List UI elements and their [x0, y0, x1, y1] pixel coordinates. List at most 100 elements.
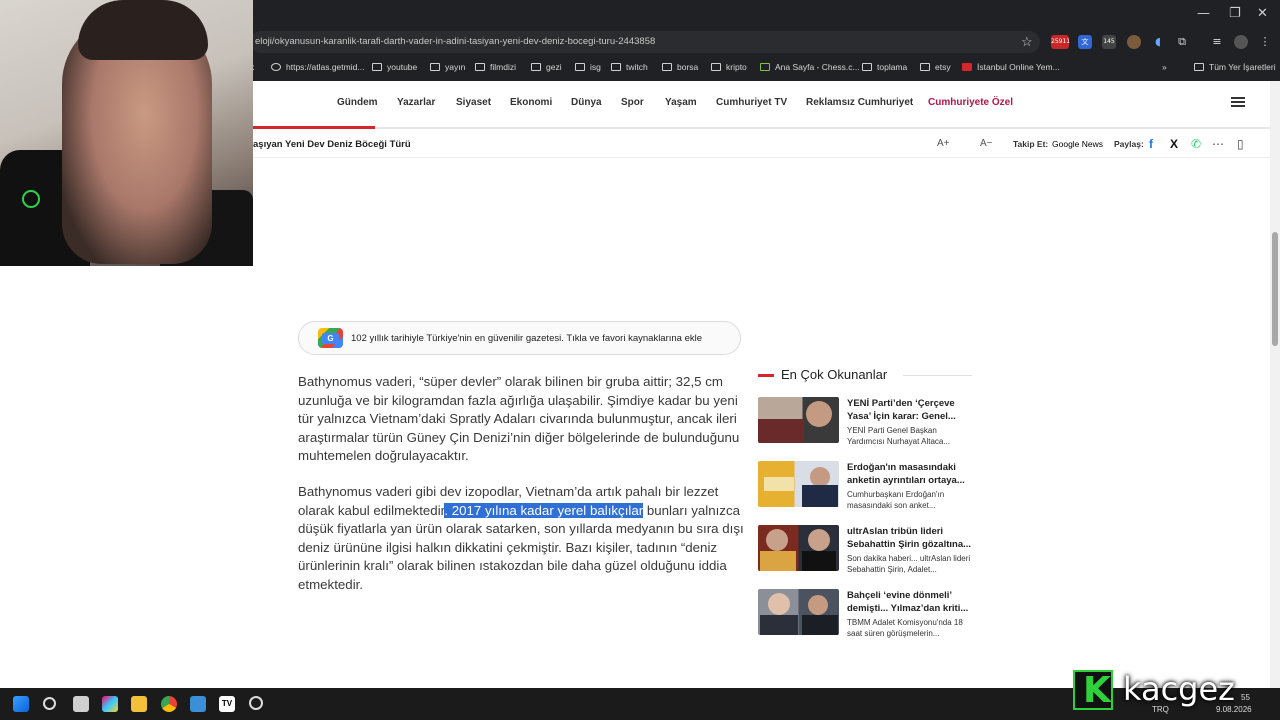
minimize-icon[interactable]: —: [1197, 6, 1210, 21]
bookmark-item[interactable]: Ana Sayfa - Chess.c...: [760, 58, 860, 76]
news-desc: Son dakika haberi... ultrAslan lideri Se…: [847, 554, 971, 574]
close-icon[interactable]: ✕: [1257, 6, 1268, 21]
selected-text: . 2017 yılına kadar yerel balıkçılar: [444, 502, 644, 518]
nav-item-yazarlar[interactable]: Yazarlar: [397, 97, 435, 108]
share-label: Paylaş:: [1114, 139, 1144, 149]
most-read-item[interactable]: Bahçeli ‘evine dönmeli’ demişti... Yılma…: [758, 589, 973, 638]
nav-item-spor[interactable]: Spor: [621, 97, 644, 108]
audio-extension-icon[interactable]: ◖: [1151, 35, 1165, 49]
nav-item-yasam[interactable]: Yaşam: [665, 97, 697, 108]
folder-icon: [475, 63, 485, 71]
folder-icon: [711, 63, 721, 71]
translate-extension-icon[interactable]: 文: [1078, 35, 1092, 49]
nav-item-cumhuriyete-ozel[interactable]: Cumhuriyete Özel: [928, 97, 1013, 108]
google-news-link[interactable]: Google News: [1052, 139, 1103, 149]
news-desc: Cumhurbaşkanı Erdoğan'ın masasındaki son…: [847, 490, 945, 510]
channel-watermark: K kacgez: [1073, 670, 1248, 712]
bookmark-folder[interactable]: kripto: [711, 58, 747, 76]
folder-icon: [1194, 63, 1204, 71]
avatar-extension-icon[interactable]: [1127, 35, 1141, 49]
folder-icon: [611, 63, 621, 71]
font-increase-button[interactable]: A+: [937, 138, 950, 149]
news-title[interactable]: YENİ Parti’den ‘Çerçeve Yasa’ İçin karar…: [847, 397, 973, 423]
bookmarks-bar: k https://atlas.getmid... youtube yayın …: [250, 58, 1280, 76]
all-bookmarks-folder[interactable]: Tüm Yer İşaretleri: [1194, 58, 1276, 76]
news-title[interactable]: Erdoğan'ın masasındaki anketin ayrıntıla…: [847, 461, 973, 487]
bookmark-item[interactable]: İstanbul Online Yem...: [962, 58, 1060, 76]
page-scrollbar[interactable]: [1270, 81, 1280, 688]
news-thumbnail: [758, 461, 839, 507]
file-explorer-icon[interactable]: [131, 696, 147, 712]
webcam-overlay: [0, 0, 253, 266]
menu-icon[interactable]: [1231, 97, 1245, 107]
record-icon[interactable]: [249, 696, 263, 710]
section-accent: [758, 374, 774, 377]
reading-progress-track: [253, 127, 1270, 129]
facebook-icon[interactable]: f: [1149, 137, 1153, 151]
reading-list-icon[interactable]: ≡: [1210, 35, 1224, 49]
browser-menu-icon[interactable]: ⋮: [1258, 35, 1272, 49]
bookmark-item[interactable]: https://atlas.getmid...: [271, 58, 364, 76]
nav-item-dunya[interactable]: Dünya: [571, 97, 602, 108]
folder-icon: [920, 63, 930, 71]
nav-item-reklamsiz[interactable]: Reklamsız Cumhuriyet: [806, 97, 913, 108]
watermark-logo: K: [1073, 670, 1113, 711]
chrome-icon[interactable]: [161, 696, 177, 712]
divider: [903, 375, 972, 376]
extension-badge-icon[interactable]: 25911: [1051, 35, 1070, 49]
news-title[interactable]: ultrAslan tribün lideri Sebahattin Şirin…: [847, 525, 973, 551]
task-view-icon[interactable]: [73, 696, 89, 712]
folder-icon: [662, 63, 672, 71]
folder-icon: [531, 63, 541, 71]
bookmark-star-icon[interactable]: ☆: [1021, 34, 1033, 50]
folder-icon: [372, 63, 382, 71]
start-icon[interactable]: [13, 696, 29, 712]
nav-item-gundem[interactable]: Gündem: [337, 97, 378, 108]
google-news-icon: G: [318, 328, 343, 348]
article-paragraph: Bathynomus vaderi gibi dev izopodlar, Vi…: [298, 483, 744, 595]
bookmark-folder[interactable]: filmdizi: [475, 58, 516, 76]
more-icon[interactable]: ⋯: [1212, 137, 1224, 151]
x-icon[interactable]: X: [1170, 137, 1178, 151]
search-icon[interactable]: [43, 697, 56, 710]
most-read-item[interactable]: Erdoğan'ın masasındaki anketin ayrıntıla…: [758, 461, 973, 510]
profile-avatar-icon[interactable]: [1234, 35, 1248, 49]
app-icon[interactable]: [190, 696, 206, 712]
most-read-title: En Çok Okunanlar: [781, 367, 888, 382]
google-follow-text[interactable]: 102 yıllık tarihiyle Türkiye'nin en güve…: [351, 333, 702, 344]
google-news-label: Google News: [1052, 139, 1104, 149]
bookmark-folder[interactable]: youtube: [372, 58, 417, 76]
whatsapp-icon[interactable]: ✆: [1191, 137, 1201, 151]
razer-logo-icon: [22, 190, 40, 208]
webcam-hair: [78, 0, 208, 60]
bookmark-folder[interactable]: borsa: [662, 58, 698, 76]
bookmark-folder[interactable]: twitch: [611, 58, 648, 76]
news-desc: YENİ Parti Genel Başkan Yardımcısı Nurha…: [847, 426, 951, 446]
extensions-puzzle-icon[interactable]: ⧉: [1175, 35, 1189, 49]
copilot-icon[interactable]: [102, 696, 118, 712]
nav-item-cumhuriyet-tv[interactable]: Cumhuriyet TV: [716, 97, 787, 108]
watermark-text: kacgez: [1123, 670, 1235, 708]
nav-item-ekonomi[interactable]: Ekonomi: [510, 97, 552, 108]
url-text[interactable]: eloji/okyanusun-karanlik-tarafi-darth-va…: [255, 36, 655, 47]
nav-item-siyaset[interactable]: Siyaset: [456, 97, 491, 108]
news-thumbnail: [758, 589, 839, 635]
tradingview-icon[interactable]: TV: [219, 696, 235, 712]
bookmarks-overflow-icon[interactable]: »: [1162, 58, 1167, 76]
calendar-extension-icon[interactable]: 145: [1102, 35, 1116, 49]
scrollbar-thumb[interactable]: [1272, 232, 1278, 346]
news-title[interactable]: Bahçeli ‘evine dönmeli’ demişti... Yılma…: [847, 589, 973, 615]
bookmark-folder[interactable]: isg: [575, 58, 601, 76]
maximize-icon[interactable]: ❐: [1229, 6, 1241, 21]
reading-progress-bar: [253, 126, 376, 129]
news-desc: TBMM Adalet Komisyonu'nda 18 saat süren …: [847, 618, 963, 638]
bookmark-folder[interactable]: yayın: [430, 58, 465, 76]
most-read-item[interactable]: ultrAslan tribün lideri Sebahattin Şirin…: [758, 525, 973, 574]
follow-label: Takip Et:: [1013, 139, 1049, 149]
bookmark-icon[interactable]: ▯: [1237, 137, 1244, 151]
bookmark-folder[interactable]: toplama: [862, 58, 907, 76]
bookmark-folder[interactable]: etsy: [920, 58, 951, 76]
font-decrease-button[interactable]: A−: [980, 138, 993, 149]
bookmark-folder[interactable]: gezi: [531, 58, 562, 76]
most-read-item[interactable]: YENİ Parti’den ‘Çerçeve Yasa’ İçin karar…: [758, 397, 973, 446]
